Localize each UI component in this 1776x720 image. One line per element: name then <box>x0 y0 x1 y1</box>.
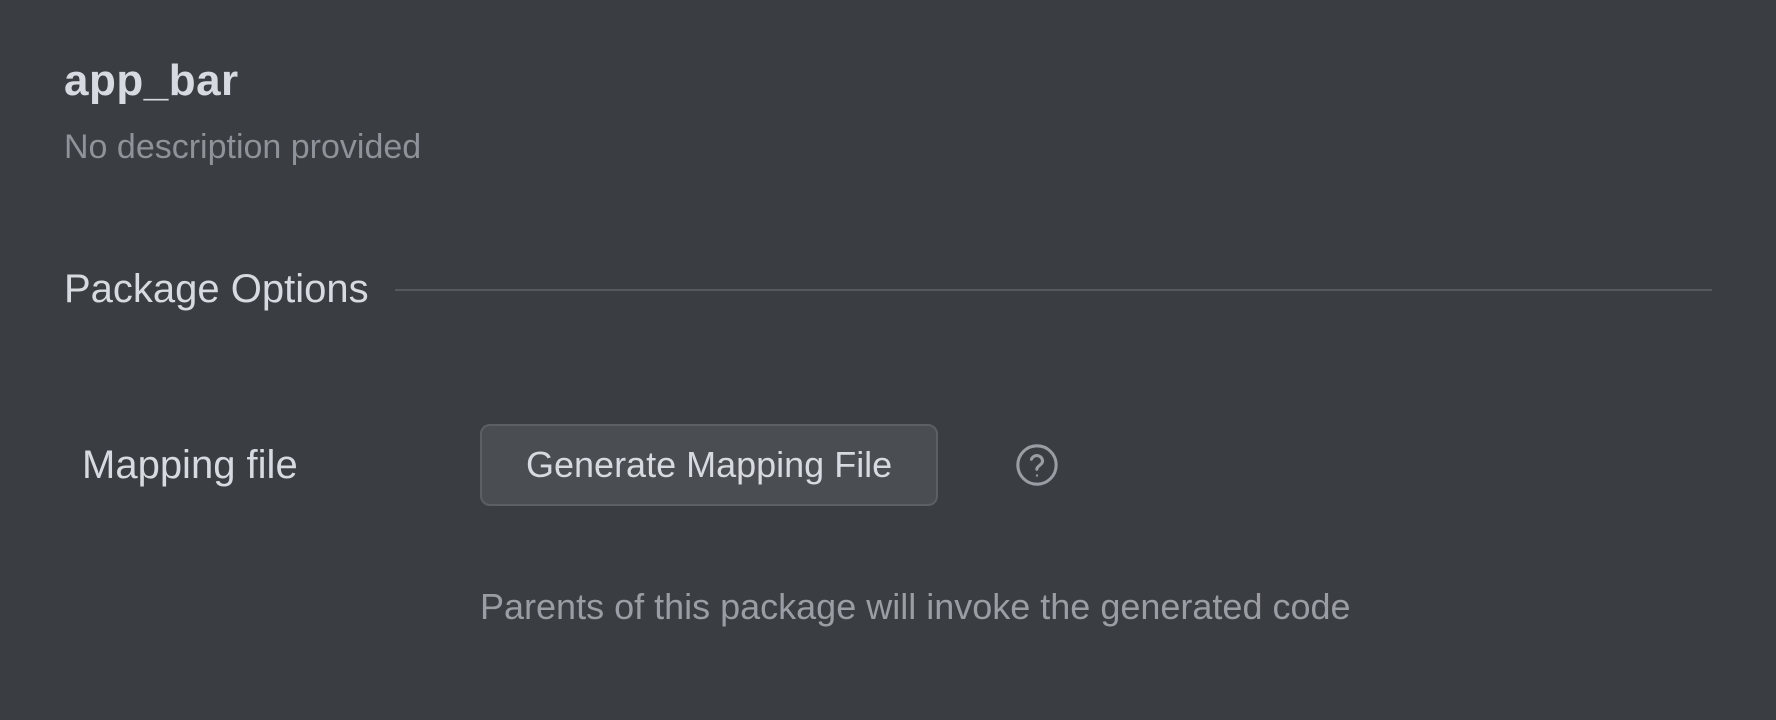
mapping-file-row: Mapping file Generate Mapping File <box>64 424 1712 506</box>
package-description: No description provided <box>64 128 1712 167</box>
section-divider <box>395 289 1712 291</box>
generate-mapping-file-button[interactable]: Generate Mapping File <box>480 424 938 506</box>
section-header: Package Options <box>64 267 1712 312</box>
mapping-file-help-text: Parents of this package will invoke the … <box>64 586 1712 628</box>
package-panel: app_bar No description provided Package … <box>0 0 1776 628</box>
mapping-file-label: Mapping file <box>82 443 480 488</box>
section-title: Package Options <box>64 267 369 312</box>
help-icon[interactable] <box>1014 442 1060 488</box>
package-options-section: Package Options Mapping file Generate Ma… <box>64 267 1712 628</box>
package-title: app_bar <box>64 56 1712 106</box>
